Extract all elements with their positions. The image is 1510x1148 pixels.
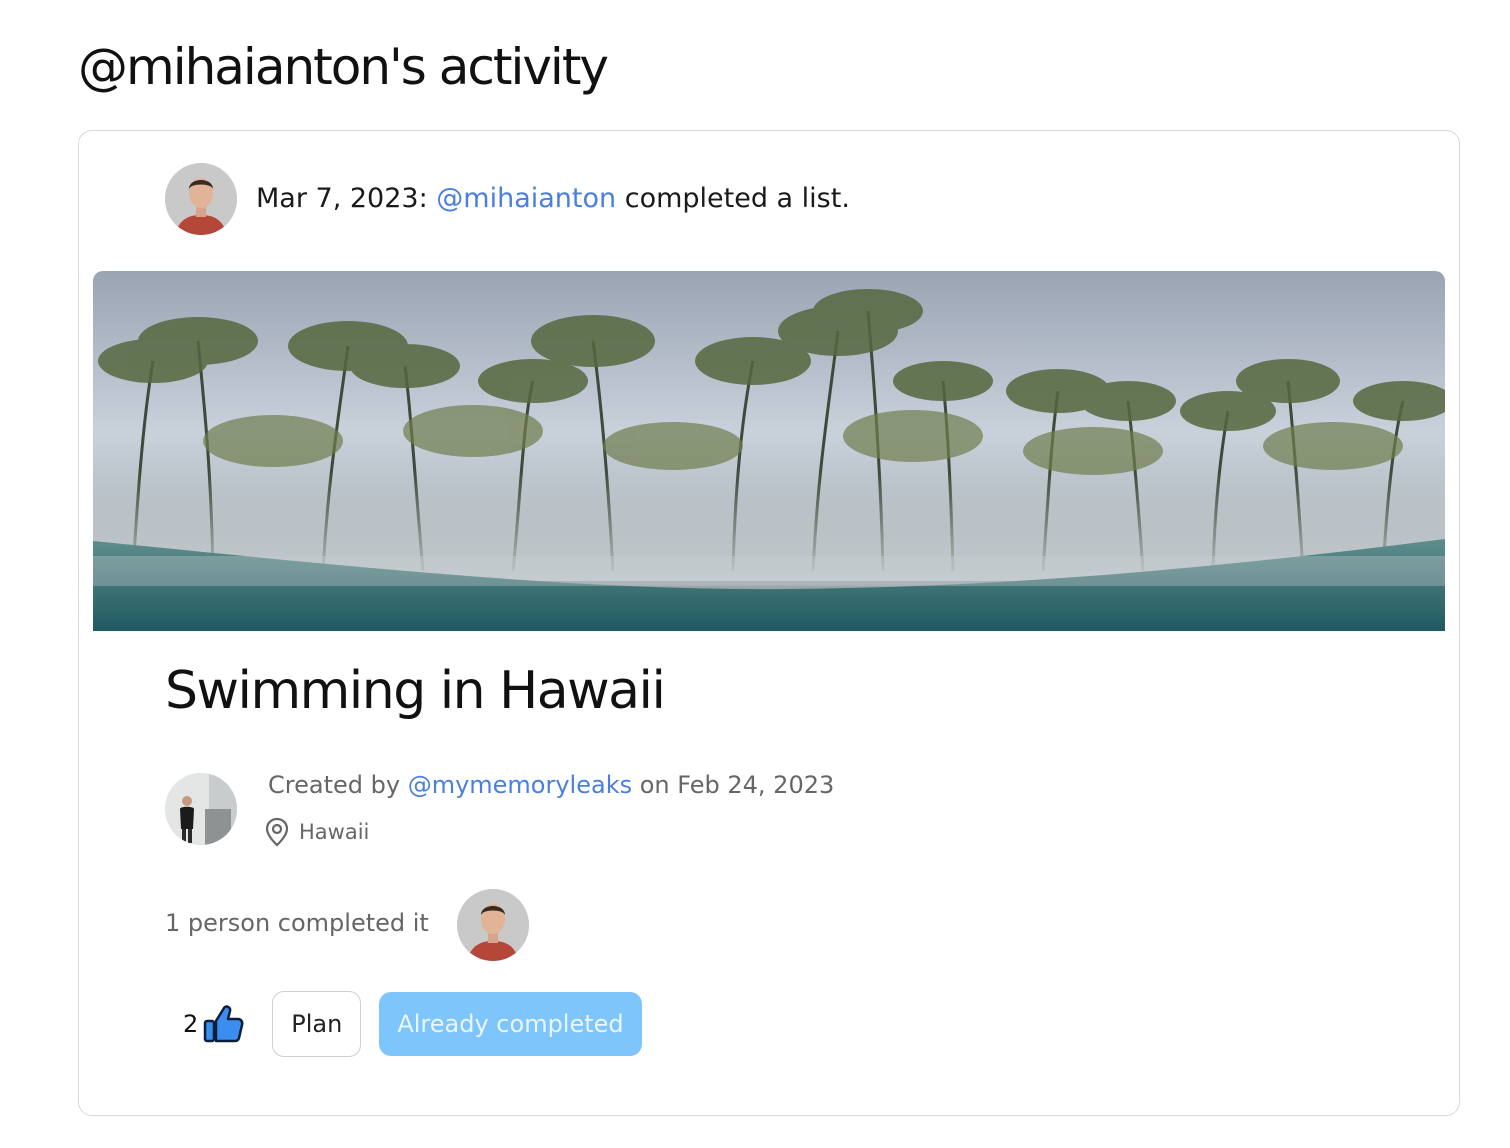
already-completed-button[interactable]: Already completed bbox=[379, 992, 642, 1056]
page-title: @mihaianton's activity bbox=[78, 38, 609, 96]
list-cover-image[interactable] bbox=[93, 271, 1445, 631]
activity-user-link[interactable]: @mihaianton bbox=[436, 183, 616, 214]
created-by-label: Created by bbox=[268, 771, 401, 799]
palm-trees-image bbox=[93, 271, 1445, 631]
completer-avatar-image bbox=[457, 889, 529, 961]
plan-button[interactable]: Plan bbox=[272, 991, 362, 1057]
location-label: Hawaii bbox=[299, 820, 370, 844]
action-bar: 2 Plan Already completed bbox=[183, 991, 642, 1057]
location: Hawaii bbox=[263, 815, 369, 849]
completion-count: 1 person completed it bbox=[165, 909, 429, 937]
creator-info: Created by @mymemoryleaks on Feb 24, 202… bbox=[268, 771, 834, 799]
creator-avatar[interactable] bbox=[165, 773, 237, 845]
activity-card: Mar 7, 2023: @mihaianton completed a lis… bbox=[78, 130, 1460, 1116]
activity-date: Mar 7, 2023: bbox=[256, 183, 428, 214]
like-count: 2 bbox=[183, 1010, 199, 1038]
activity-description: Mar 7, 2023: @mihaianton completed a lis… bbox=[256, 183, 850, 214]
created-date: on Feb 24, 2023 bbox=[639, 771, 835, 799]
completer-avatar[interactable] bbox=[457, 889, 529, 961]
thumbs-up-icon[interactable] bbox=[202, 1003, 244, 1045]
map-pin-icon bbox=[265, 817, 289, 847]
activity-user-avatar[interactable] bbox=[165, 163, 237, 235]
activity-action-text: completed a list. bbox=[624, 183, 850, 214]
avatar-image bbox=[165, 163, 237, 235]
creator-avatar-image bbox=[165, 773, 237, 845]
creator-link[interactable]: @mymemoryleaks bbox=[408, 771, 632, 799]
list-title[interactable]: Swimming in Hawaii bbox=[165, 661, 666, 721]
